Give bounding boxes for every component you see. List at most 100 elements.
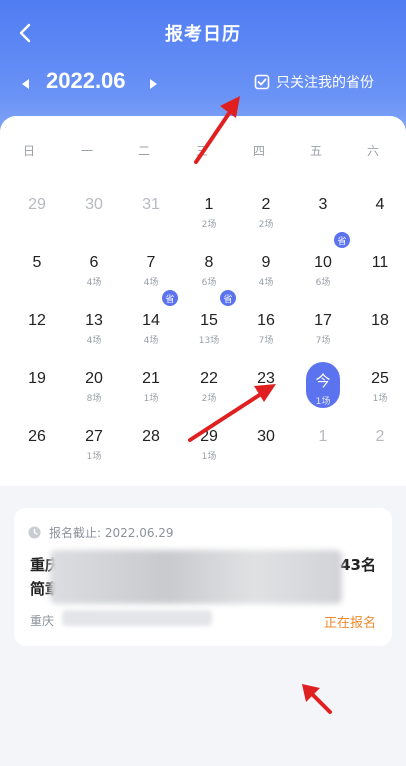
status-badge: 正在报名 — [323, 616, 376, 631]
exam-count: 1场 — [315, 397, 331, 407]
day-cell[interactable]: 18 — [355, 300, 405, 354]
province-badge: 省 — [162, 290, 178, 306]
day-number: 1 — [318, 428, 328, 445]
triangle-left-icon — [22, 79, 29, 89]
day-cell[interactable]: 1 2场 — [184, 184, 234, 238]
day-number: 5 — [32, 254, 42, 271]
exam-count: 4场 — [143, 336, 159, 346]
exam-count: 6场 — [201, 278, 217, 288]
day-number: 8 — [204, 254, 214, 271]
day-number: 28 — [142, 428, 160, 445]
exam-count: 4场 — [143, 278, 159, 288]
exam-count: 7场 — [258, 336, 274, 346]
exam-count: 1场 — [86, 452, 102, 462]
day-number: 3 — [318, 196, 328, 213]
day-cell[interactable]: 14 4场 — [126, 300, 176, 354]
day-number: 7 — [146, 254, 156, 271]
notice-location: 重庆 — [30, 614, 55, 628]
day-number: 9 — [261, 254, 271, 271]
day-cell[interactable]: 19 — [12, 358, 62, 412]
notice-title-end: 43名 — [340, 556, 376, 574]
day-cell[interactable]: 9 4场 — [241, 242, 291, 296]
weekday-label: 日 — [22, 144, 35, 158]
exam-count: 2场 — [258, 220, 274, 230]
day-cell[interactable]: 21 1场 — [126, 358, 176, 412]
day-cell[interactable]: 7 4场 — [126, 242, 176, 296]
exam-count: 1场 — [143, 394, 159, 404]
blurred-location — [62, 610, 212, 626]
day-number: 20 — [85, 370, 103, 387]
day-number: 26 — [28, 428, 46, 445]
exam-count: 2场 — [201, 220, 217, 230]
exam-count: 4场 — [86, 278, 102, 288]
exam-count: 13场 — [198, 336, 220, 346]
day-cell[interactable]: 27 1场 — [69, 416, 119, 470]
annotation-arrow — [194, 96, 240, 164]
exam-count: 6场 — [315, 278, 331, 288]
province-badge: 省 — [220, 290, 236, 306]
day-cell[interactable]: 11 — [355, 242, 405, 296]
exam-count: 1场 — [201, 452, 217, 462]
prev-month-button[interactable] — [16, 72, 36, 96]
exam-count: 4场 — [258, 278, 274, 288]
day-cell[interactable]: 29 — [12, 184, 62, 238]
day-number: 17 — [314, 312, 332, 329]
current-month: 2022.06 — [46, 68, 126, 93]
deadline-text: 报名截止: 2022.06.29 — [49, 526, 174, 540]
day-cell[interactable]: 13 4场 — [69, 300, 119, 354]
checkbox-checked-icon — [254, 74, 270, 90]
day-number: 11 — [371, 254, 389, 271]
exam-count: 4场 — [86, 336, 102, 346]
day-number: 10 — [314, 254, 332, 271]
day-cell[interactable]: 3 — [298, 184, 348, 238]
day-cell[interactable]: 17 7场 — [298, 300, 348, 354]
day-number: 13 — [85, 312, 103, 329]
exam-notice-card[interactable]: 报名截止: 2022.06.29 重庆 43名 简章 重庆 正在报名 — [14, 508, 392, 646]
day-number: 16 — [257, 312, 275, 329]
day-cell[interactable]: 26 — [12, 416, 62, 470]
my-province-filter[interactable]: 只关注我的省份 — [254, 72, 374, 92]
day-cell[interactable]: 2 2场 — [241, 184, 291, 238]
day-number: 30 — [85, 196, 103, 213]
day-number: 2 — [261, 196, 271, 213]
day-cell[interactable]: 30 — [69, 184, 119, 238]
day-cell[interactable]: 28 — [126, 416, 176, 470]
exam-count: 7场 — [315, 336, 331, 346]
day-cell[interactable]: 5 — [12, 242, 62, 296]
province-badge: 省 — [334, 232, 350, 248]
weekday-label: 一 — [80, 144, 93, 158]
annotation-arrow — [188, 384, 276, 442]
back-button[interactable] — [10, 18, 40, 48]
today-cell[interactable]: 今 1场 — [306, 362, 340, 408]
day-cell[interactable]: 1 — [298, 416, 348, 470]
blurred-title — [50, 550, 342, 604]
exam-count: 8场 — [86, 394, 102, 404]
day-number: 19 — [28, 370, 46, 387]
next-month-button[interactable] — [143, 72, 163, 96]
page-title: 报考日历 — [165, 24, 241, 45]
clock-icon — [28, 526, 41, 539]
day-cell[interactable]: 12 — [12, 300, 62, 354]
day-cell[interactable]: 25 1场 — [355, 358, 405, 412]
day-cell[interactable]: 8 6场 — [184, 242, 234, 296]
day-cell[interactable]: 6 4场 — [69, 242, 119, 296]
day-number: 18 — [371, 312, 389, 329]
triangle-right-icon — [150, 79, 157, 89]
day-cell[interactable]: 15 13场 — [184, 300, 234, 354]
day-cell[interactable]: 31 — [126, 184, 176, 238]
day-cell[interactable]: 10 6场 — [298, 242, 348, 296]
annotation-arrow — [302, 684, 332, 714]
day-number: 31 — [142, 196, 160, 213]
day-number: 21 — [142, 370, 160, 387]
day-cell[interactable]: 2 — [355, 416, 405, 470]
day-cell[interactable]: 4 — [355, 184, 405, 238]
day-number: 2 — [375, 428, 385, 445]
day-number: 今 — [315, 373, 331, 390]
day-number: 15 — [200, 312, 218, 329]
day-cell[interactable]: 20 8场 — [69, 358, 119, 412]
day-cell[interactable]: 16 7场 — [241, 300, 291, 354]
weekday-label: 二 — [137, 144, 150, 158]
exam-count: 1场 — [372, 394, 388, 404]
weekday-label: 六 — [366, 144, 379, 158]
day-number: 25 — [371, 370, 389, 387]
